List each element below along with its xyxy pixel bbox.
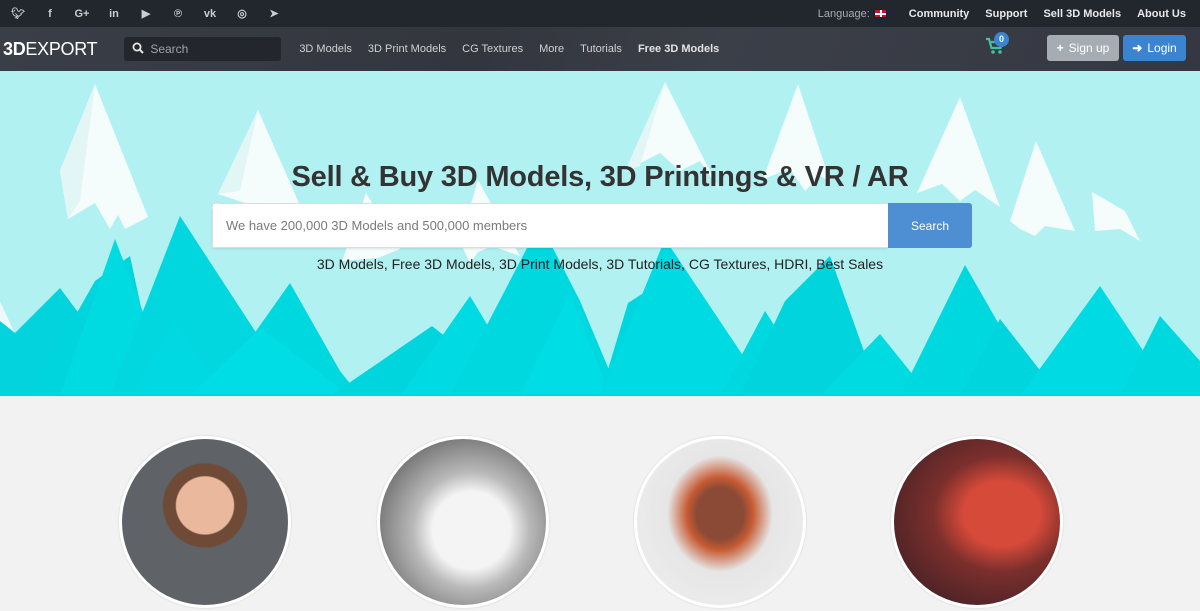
nav-cg-textures[interactable]: CG Textures [462, 43, 523, 55]
google-plus-icon[interactable]: G+ [66, 8, 98, 20]
twitter-icon[interactable]: 🐦︎ [2, 7, 34, 20]
nav-3d-print-models[interactable]: 3D Print Models [368, 43, 446, 55]
support-link[interactable]: Support [985, 8, 1027, 20]
featured-lava-dragon[interactable] [891, 436, 1063, 608]
quick-link-3d-tutorials[interactable]: 3D Tutorials [606, 256, 681, 272]
vk-icon[interactable]: vk [194, 8, 226, 20]
login-label: Login [1147, 41, 1177, 55]
featured-woman-character[interactable] [119, 436, 291, 608]
pinterest-icon[interactable]: ℗ [162, 8, 194, 20]
top-links: Language: Community Support Sell 3D Mode… [818, 8, 1186, 20]
youtube-icon[interactable]: ▶ [130, 7, 162, 20]
linkedin-icon[interactable]: in [98, 8, 130, 20]
quick-link-3d-print-models[interactable]: 3D Print Models [499, 256, 599, 272]
cart-count-badge: 0 [994, 32, 1009, 47]
quick-link-best-sales[interactable]: Best Sales [816, 256, 883, 272]
nav-tutorials[interactable]: Tutorials [580, 43, 622, 55]
sign-up-label: Sign up [1068, 41, 1110, 55]
featured-rhino-creature[interactable] [377, 436, 549, 608]
telegram-icon[interactable]: ➤ [258, 7, 290, 20]
search-icon [132, 42, 145, 57]
sign-in-icon: ➜ [1132, 41, 1143, 55]
nav-search-input[interactable] [150, 42, 271, 56]
hero-search-button[interactable]: Search [212, 203, 972, 248]
hero-quick-links: 3D Models, Free 3D Models, 3D Print Mode… [0, 256, 1200, 272]
featured-armored-robot[interactable] [634, 436, 806, 608]
nav-free-3d-models[interactable]: Free 3D Models [638, 43, 719, 55]
quick-link-cg-textures[interactable]: CG Textures [689, 256, 767, 272]
quick-link-free-3d-models[interactable]: Free 3D Models [392, 256, 492, 272]
separator: , [808, 256, 817, 272]
separator: , [766, 256, 775, 272]
cart-button[interactable]: 0 [985, 32, 1009, 60]
login-button[interactable]: ➜ Login [1123, 35, 1186, 61]
instagram-icon[interactable]: ◎ [226, 7, 258, 20]
hero-title: Sell & Buy 3D Models, 3D Printings & VR … [291, 161, 909, 193]
logo-bold-text: 3D [3, 38, 26, 59]
nav-links: 3D Models 3D Print Models CG Textures Mo… [299, 43, 735, 55]
main-navbar: 3DEXPORT 3D Models 3D Print Models CG Te… [0, 27, 1200, 71]
featured-models [0, 396, 1200, 611]
nav-search [124, 37, 282, 61]
quick-link-hdri[interactable]: HDRI [774, 256, 808, 272]
community-link[interactable]: Community [909, 8, 970, 20]
logo-text: EXPORT [25, 38, 98, 59]
plus-icon: + [1056, 41, 1064, 55]
hero-search-input[interactable] [212, 203, 888, 248]
sell-3d-models-link[interactable]: Sell 3D Models [1043, 8, 1121, 20]
separator: , [383, 256, 392, 272]
nav-3d-models[interactable]: 3D Models [299, 43, 352, 55]
facebook-icon[interactable]: f [34, 8, 66, 20]
uk-flag-icon[interactable] [873, 9, 887, 18]
about-us-link[interactable]: About Us [1137, 8, 1186, 20]
quick-link-3d-models[interactable]: 3D Models [317, 256, 384, 272]
separator: , [681, 256, 689, 272]
social-links: 🐦︎ f G+ in ▶ ℗ vk ◎ ➤ [2, 7, 290, 21]
nav-more[interactable]: More [539, 43, 564, 55]
top-bar: 🐦︎ f G+ in ▶ ℗ vk ◎ ➤ Language: Communit… [0, 0, 1200, 27]
hero-banner: Sell & Buy 3D Models, 3D Printings & VR … [0, 71, 1200, 396]
hero-search-button-label: Search [910, 218, 950, 233]
separator: , [491, 256, 499, 272]
sign-up-button[interactable]: + Sign up [1047, 35, 1119, 61]
site-logo[interactable]: 3DEXPORT [3, 38, 98, 60]
hero-search: Search [212, 203, 972, 248]
language-label: Language: [817, 7, 870, 20]
